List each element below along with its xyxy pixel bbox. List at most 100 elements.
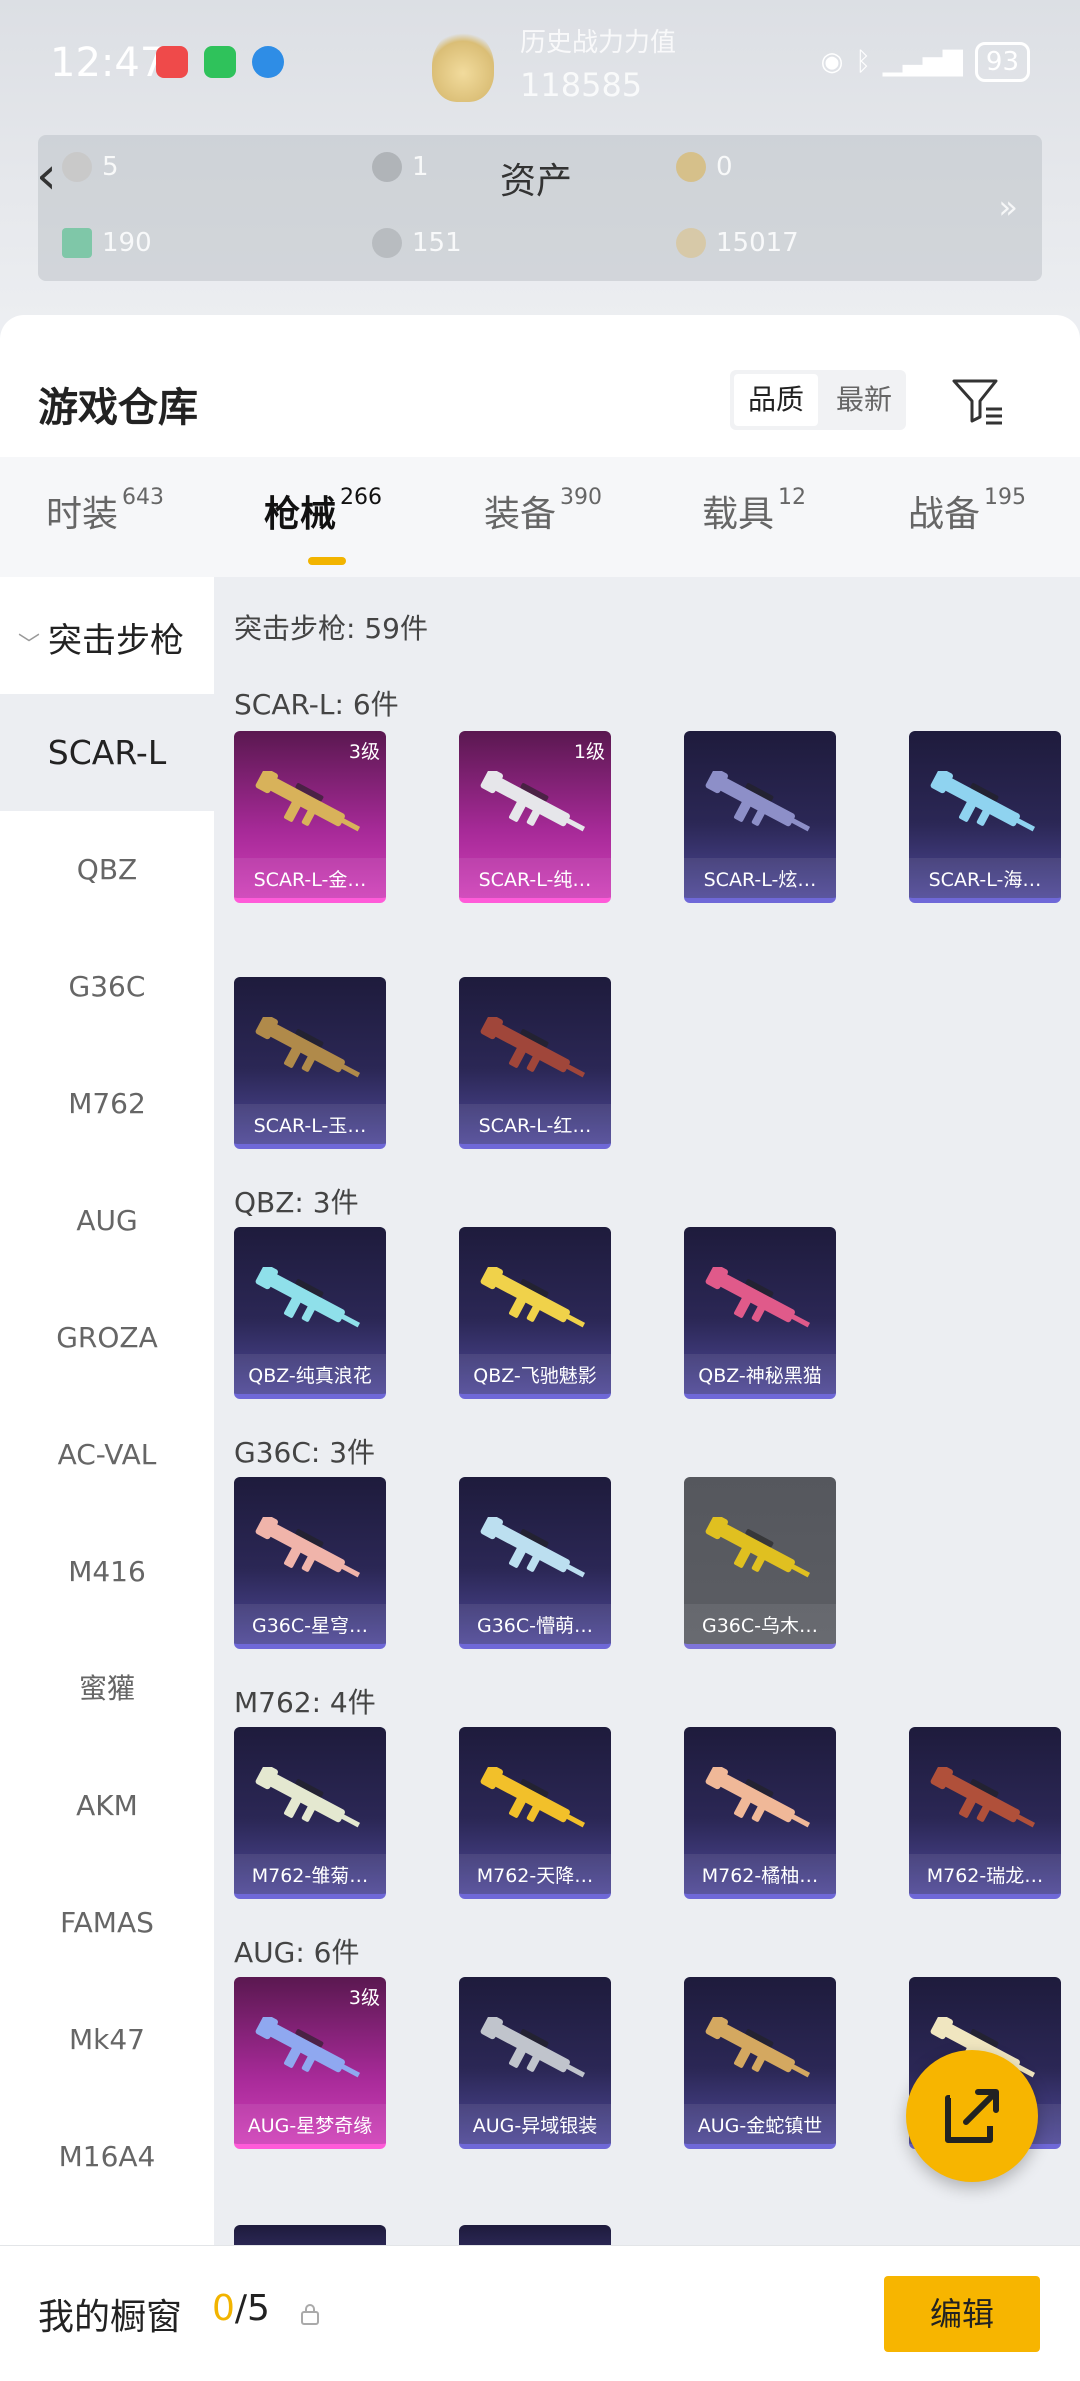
share-icon [945,2089,999,2143]
asset-item: 190 [62,228,152,258]
weapon-tile[interactable]: M762-雏菊… [234,1727,386,1899]
showcase-bar: 我的橱窗 0/5 编辑 [0,2245,1080,2381]
weapon-tile[interactable]: G36C-星穹… [234,1477,386,1649]
weapon-image [252,1764,368,1837]
weapon-name: QBZ-神秘黑猫 [698,1365,822,1387]
weapon-tile[interactable]: AUG-异域银装 [459,1977,611,2149]
weapon-tile[interactable]: SCAR-L-海… [909,731,1061,903]
chevron-right-icon[interactable]: » [998,188,1018,226]
sidebar-item-aug[interactable]: AUG [0,1162,214,1279]
weapon-image [702,1764,818,1837]
asset-value: 190 [102,228,152,258]
section-title-m762: M762: 4件 [234,1686,376,1719]
weapon-tile[interactable]: QBZ-纯真浪花 [234,1227,386,1399]
weapon-image [252,2014,368,2087]
tab-vehicles[interactable]: 载具 12 [702,485,806,537]
sidebar-item-m16a4[interactable]: M16A4 [0,2098,214,2215]
chevron-down-icon: ﹀ [18,632,41,658]
section-title-g36c: G36C: 3件 [234,1436,376,1469]
weapon-tile[interactable]: QBZ-飞驰魅影 [459,1227,611,1399]
tab-count: 390 [560,485,603,510]
sidebar-item-ac-val[interactable]: AC-VAL [0,1396,214,1513]
weapon-grid: 突击步枪: 59件 SCAR-L: 6件 3级 SCAR-L-金… 1级 SCAR-… [214,577,1080,2247]
weapon-tile[interactable]: G36C-懵萌… [459,1477,611,1649]
tab-label: 载具 [702,494,775,535]
category-tabs: 时装 643 枪械 266 装备 390 载具 12 战备 195 [0,457,1080,577]
tab-count: 195 [984,485,1027,510]
battery-indicator: 93 [974,42,1030,82]
weapon-image [477,1264,593,1337]
weapon-name: AUG-金蛇镇世 [697,2115,823,2137]
tab-label: 枪械 [264,494,337,535]
weapon-tile[interactable]: 1级 SCAR-L-纯… [459,731,611,903]
asset-item: 5 [62,152,119,182]
weapon-tile[interactable]: G36C-乌木… [684,1477,836,1649]
wechat-icon [204,46,236,78]
weapon-name: QBZ-飞驰魅影 [473,1365,597,1387]
edit-button[interactable]: 编辑 [884,2276,1040,2352]
showcase-label: 我的橱窗 [38,2297,183,2338]
weapon-image [477,1514,593,1587]
sidebar-item-m762[interactable]: M762 [0,1045,214,1162]
sidebar-item-mk47[interactable]: Mk47 [0,1981,214,2098]
section-title-aug: AUG: 6件 [234,1936,360,1969]
weapon-image [702,1264,818,1337]
weapon-sidebar: ﹀ 突击步枪 SCAR-L QBZ G36C M762 AUG GROZA AC-… [0,577,214,2247]
browser-icon [252,46,284,78]
tab-guns[interactable]: 枪械 266 [264,485,382,537]
sidebar-item-m416[interactable]: M416 [0,1513,214,1630]
weapon-name: G36C-星穹… [251,1615,369,1637]
tab-label: 战备 [908,494,981,535]
sidebar-item-scar-l[interactable]: SCAR-L [0,694,214,811]
coin-icon [62,152,92,182]
sort-newest-button[interactable]: 最新 [822,370,906,430]
coin-icon [372,152,402,182]
weapon-name: M762-橘柚… [701,1865,819,1887]
sidebar-item-famas[interactable]: FAMAS [0,1864,214,1981]
sidebar-item-akm[interactable]: AKM [0,1747,214,1864]
asset-value: 1 [412,152,429,182]
weapon-tile[interactable]: SCAR-L-炫… [684,731,836,903]
weapon-tile[interactable] [459,2225,611,2247]
weapon-name: G36C-懵萌… [476,1615,594,1637]
weapon-image [252,768,368,841]
share-button[interactable] [906,2050,1038,2182]
back-arrow-icon[interactable]: ‹ [36,150,57,202]
weapon-tile[interactable]: QBZ-神秘黑猫 [684,1227,836,1399]
sidebar-item-g36c[interactable]: G36C [0,928,214,1045]
sidebar-item-groza[interactable]: GROZA [0,1279,214,1396]
section-title-qbz: QBZ: 3件 [234,1186,359,1219]
level-badge: 3级 [348,741,380,763]
sidebar-category-label: 突击步枪 [48,621,185,661]
sidebar-item-qbz[interactable]: QBZ [0,811,214,928]
weapon-name: SCAR-L-金… [253,869,367,891]
tab-fashion[interactable]: 时装 643 [46,485,164,537]
tab-equipment[interactable]: 装备 390 [484,485,602,537]
weapon-image [702,2014,818,2087]
weapon-tile[interactable]: SCAR-L-红… [459,977,611,1149]
sidebar-item-honey-badger[interactable]: 蜜獾 [0,1630,214,1747]
weapon-tile[interactable] [234,2225,386,2247]
weapon-image [252,1014,368,1087]
weapon-name: M762-天降… [476,1865,594,1887]
tab-gear[interactable]: 战备 195 [908,485,1026,537]
assets-title: 资产 [500,161,573,202]
weapon-image [477,1764,593,1837]
weapon-image [477,1014,593,1087]
weapon-tile[interactable]: 3级 AUG-星梦奇缘 [234,1977,386,2149]
weapon-image [702,768,818,841]
eye-icon: ◉ [820,47,844,77]
weapon-tile[interactable]: 3级 SCAR-L-金… [234,731,386,903]
filter-icon[interactable] [950,373,1006,429]
showcase-total: /5 [234,2288,270,2329]
status-icons: ◉ ᛒ ▁▃▅▇ 93 [821,42,1030,82]
weapon-tile[interactable]: M762-橘柚… [684,1727,836,1899]
weapon-tile[interactable]: AUG-金蛇镇世 [684,1977,836,2149]
sidebar-category-assault-rifle[interactable]: ﹀ 突击步枪 [18,613,184,662]
weapon-name: SCAR-L-炫… [703,869,817,891]
weapon-tile[interactable]: SCAR-L-玉… [234,977,386,1149]
section-title-scar-l: SCAR-L: 6件 [234,688,399,721]
weapon-tile[interactable]: M762-天降… [459,1727,611,1899]
weapon-tile[interactable]: M762-瑞龙… [909,1727,1061,1899]
sort-quality-button[interactable]: 品质 [734,374,818,426]
